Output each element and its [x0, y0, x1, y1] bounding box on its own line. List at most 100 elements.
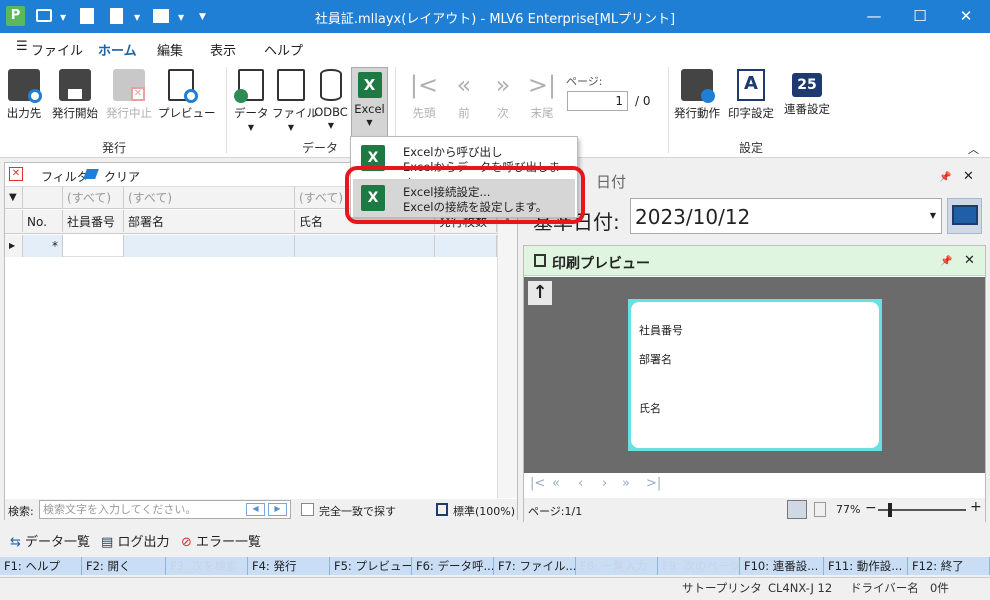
group-label-settings: 設定: [739, 141, 764, 155]
zoom-in-icon[interactable]: +: [970, 499, 982, 515]
table-cell[interactable]: [63, 235, 124, 257]
row-selector-icon[interactable]: ▶: [5, 235, 23, 257]
close-preview-panel-icon[interactable]: ✕: [964, 253, 975, 268]
fkey-f1[interactable]: F1: ヘルプ: [0, 557, 82, 575]
zoom-slider-thumb[interactable]: [888, 503, 892, 517]
exact-match-checkbox[interactable]: [301, 503, 314, 516]
filter-cell-employee-id[interactable]: (すべて): [63, 187, 124, 209]
single-page-icon[interactable]: [814, 502, 826, 517]
column-header-department[interactable]: 部署名: [124, 210, 295, 232]
new-row-marker: *: [23, 235, 63, 257]
next-page-icon: »: [495, 71, 511, 99]
column-header-employee-id[interactable]: 社員番号: [63, 210, 124, 232]
tab-log[interactable]: ▤ ログ出力: [101, 531, 169, 550]
menu-file[interactable]: ファイル: [31, 40, 83, 59]
preview-status-bar: ページ:1/1 77% − +: [524, 498, 985, 522]
zoom-label[interactable]: 標準(100%): [453, 503, 515, 519]
fkey-f7[interactable]: F7: ファイル...: [494, 557, 576, 575]
fit-page-icon[interactable]: [787, 500, 807, 519]
label-card-inner: 社員番号 部署名 氏名: [631, 302, 879, 448]
tab-data-list[interactable]: ⇆ データ一覧: [10, 531, 90, 550]
preview-button[interactable]: プレビュー: [158, 65, 216, 151]
zoom-out-icon[interactable]: −: [865, 500, 877, 516]
base-date-input[interactable]: 2023/10/12 ▼: [630, 198, 942, 234]
table-cell[interactable]: [435, 235, 497, 257]
label-card: 社員番号 部署名 氏名: [628, 299, 882, 451]
log-icon: ▤: [101, 535, 114, 550]
fkey-f9[interactable]: F9: 次のページ: [658, 557, 740, 575]
close-button[interactable]: ✕: [943, 0, 989, 33]
table-cell[interactable]: [295, 235, 435, 257]
status-bar: [0, 577, 990, 600]
data-button[interactable]: データ ▼: [234, 65, 269, 151]
row-header-corner: [5, 210, 23, 232]
first-page-icon: |<: [409, 71, 439, 99]
fkey-f6[interactable]: F6: データ呼...: [412, 557, 494, 575]
base-date-value: 2023/10/12: [635, 205, 751, 229]
dropdown-arrow-icon: ▼: [247, 123, 255, 132]
excel-button[interactable]: X Excel ▼: [351, 67, 388, 137]
close-date-panel-icon[interactable]: ✕: [963, 169, 974, 184]
maximize-button[interactable]: ☐: [897, 0, 943, 33]
page-label: ページ:: [566, 75, 603, 88]
clear-button[interactable]: クリア: [104, 168, 140, 185]
next-page-icon[interactable]: ›: [602, 476, 607, 491]
title-bar: P ▼ ▼ ▼ ▼ 社員証.mllayx(レイアウト) - MLV6 Enter…: [0, 0, 990, 33]
menu-edit[interactable]: 編集: [157, 40, 183, 59]
page-input[interactable]: 1: [567, 91, 628, 111]
prev-page-icon[interactable]: ‹: [578, 476, 583, 491]
filter-button[interactable]: フィルタ: [41, 168, 89, 185]
issue-action-button[interactable]: 発行動作: [672, 65, 722, 151]
highlight-annotation: [345, 166, 585, 224]
scroll-top-button[interactable]: ↑: [528, 281, 552, 305]
card-field-employee-id: 社員番号: [639, 324, 683, 337]
bottom-tab-bar: ⇆ データ一覧 ▤ ログ出力 ⊘ エラー一覧: [0, 526, 990, 556]
pin-icon[interactable]: 📌: [940, 256, 952, 267]
column-header-no[interactable]: No.: [23, 210, 63, 232]
print-preview-panel: 印刷プレビュー 📌 ✕ ↑ 社員番号 部署名 氏名 |< « ‹ › » >| …: [523, 245, 986, 522]
vertical-scrollbar[interactable]: ▲: [497, 210, 517, 498]
zoom-slider[interactable]: [878, 503, 966, 517]
filter-cell-no[interactable]: [23, 187, 63, 209]
table-row[interactable]: ▶ *: [5, 235, 497, 257]
last-page-icon[interactable]: >|: [646, 476, 661, 491]
fkey-f8[interactable]: F8: 一覧入力: [576, 557, 658, 575]
chevron-down-icon[interactable]: ▼: [930, 211, 936, 220]
prev-page-fast-icon[interactable]: «: [552, 476, 560, 491]
first-page-icon[interactable]: |<: [530, 476, 545, 491]
fkey-f11[interactable]: F11: 動作設...: [824, 557, 908, 575]
close-panel-icon[interactable]: ✕: [9, 167, 23, 181]
fkey-f12[interactable]: F12: 終了: [908, 557, 990, 575]
collapse-ribbon-icon[interactable]: ︿: [968, 141, 979, 157]
search-prev-icon[interactable]: ◀: [246, 503, 265, 516]
error-list-icon: ⊘: [181, 535, 192, 550]
zoom-level: 77%: [836, 503, 861, 516]
fkey-f10[interactable]: F10: 連番設...: [740, 557, 824, 575]
tab-errors[interactable]: ⊘ エラー一覧: [181, 531, 261, 550]
search-bar: 検索: 検索文字を入力してください。 ◀ ▶ 完全一致で探す 標準(100%): [5, 499, 517, 520]
menu-help[interactable]: ヘルプ: [264, 40, 303, 59]
fkey-f3[interactable]: F3: 次を検索: [166, 557, 248, 575]
printer-gear-icon: [681, 69, 715, 103]
search-next-icon[interactable]: ▶: [268, 503, 287, 516]
database-icon: [320, 69, 342, 101]
table-cell[interactable]: [124, 235, 295, 257]
serial-settings-button[interactable]: 25 連番設定: [781, 65, 833, 151]
fkey-f5[interactable]: F5: プレビュー: [330, 557, 412, 575]
output-button[interactable]: 出力先: [4, 65, 44, 151]
date-panel-header: 日付: [596, 173, 627, 191]
filter-cell-department[interactable]: (すべて): [124, 187, 295, 209]
fkey-f4[interactable]: F4: 発行: [248, 557, 330, 575]
dropdown-arrow-icon: ▼: [327, 121, 335, 130]
minimize-button[interactable]: —: [851, 0, 897, 33]
menu-home[interactable]: ホーム: [96, 40, 139, 65]
next-page-fast-icon[interactable]: »: [622, 476, 630, 491]
fkey-f2[interactable]: F2: 開く: [82, 557, 166, 575]
start-issue-button[interactable]: 発行開始: [50, 65, 100, 151]
menu-view[interactable]: 表示: [210, 40, 236, 59]
status-model: CL4NX-J 12: [768, 581, 833, 595]
ribbon-separator: [226, 67, 227, 153]
text-tool-icon: A: [737, 69, 765, 101]
pin-icon[interactable]: 📌: [939, 172, 951, 183]
display-button[interactable]: [947, 198, 982, 234]
